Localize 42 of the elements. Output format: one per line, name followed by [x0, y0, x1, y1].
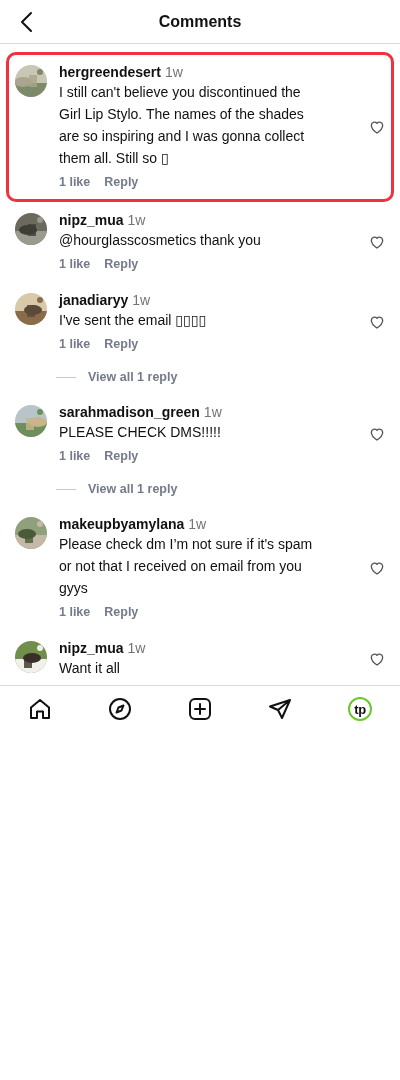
heart-icon[interactable] — [369, 314, 385, 330]
username[interactable]: janadiaryy — [59, 291, 129, 309]
comment-text: @hourglasscosmetics thank you — [59, 231, 262, 250]
username[interactable]: nipz_mua — [59, 211, 124, 229]
username[interactable]: hergreendesert — [59, 63, 161, 81]
like-count[interactable]: 1 like — [59, 447, 91, 465]
page-title: Comments — [158, 12, 242, 31]
heart-icon[interactable] — [369, 651, 385, 667]
heart-icon[interactable] — [369, 119, 385, 135]
profile-avatar[interactable]: tp — [348, 697, 372, 721]
timestamp: 1w — [164, 63, 183, 81]
comment-text: Please check dm I’m not sure if it's spam or not that I received on email from you gyys — [59, 535, 314, 598]
compass-icon[interactable] — [108, 697, 132, 721]
like-count[interactable]: 1 like — [59, 603, 91, 621]
username[interactable]: sarahmadison_green — [59, 403, 200, 421]
reply-link[interactable]: Reply — [104, 335, 139, 353]
home-icon[interactable] — [28, 697, 52, 721]
username[interactable]: nipz_mua — [59, 639, 124, 657]
view-replies-link[interactable]: View all 1 reply — [88, 370, 178, 384]
reply-link[interactable]: Reply — [104, 603, 139, 621]
heart-icon[interactable] — [369, 426, 385, 442]
heart-icon[interactable] — [369, 560, 385, 576]
timestamp: 1w — [188, 515, 207, 533]
timestamp: 1w — [127, 211, 146, 229]
add-icon[interactable] — [188, 697, 212, 721]
view-replies-link[interactable]: View all 1 reply — [88, 482, 178, 496]
timestamp: 1w — [127, 639, 146, 657]
comment-text: I still can't believe you discontinued the Girl Lip Stylo. The names of the shades are so inspiring and I was gonna collect them all. Still so ▯ — [59, 83, 306, 168]
timestamp: 1w — [132, 291, 151, 309]
reply-link[interactable]: Reply — [104, 173, 139, 191]
like-count[interactable]: 1 like — [59, 173, 91, 191]
reply-link[interactable]: Reply — [104, 255, 139, 273]
comment-text: Want it all — [59, 659, 121, 678]
timestamp: 1w — [203, 403, 222, 421]
comment-text: I've sent the email ▯▯▯▯ — [59, 311, 208, 330]
reply-link[interactable]: Reply — [104, 447, 139, 465]
like-count[interactable]: 1 like — [59, 255, 91, 273]
comment-text: PLEASE CHECK DMS!!!!! — [59, 423, 222, 442]
username[interactable]: makeupbyamylana — [59, 515, 185, 533]
send-icon[interactable] — [268, 697, 292, 721]
like-count[interactable]: 1 like — [59, 335, 91, 353]
heart-icon[interactable] — [369, 234, 385, 250]
